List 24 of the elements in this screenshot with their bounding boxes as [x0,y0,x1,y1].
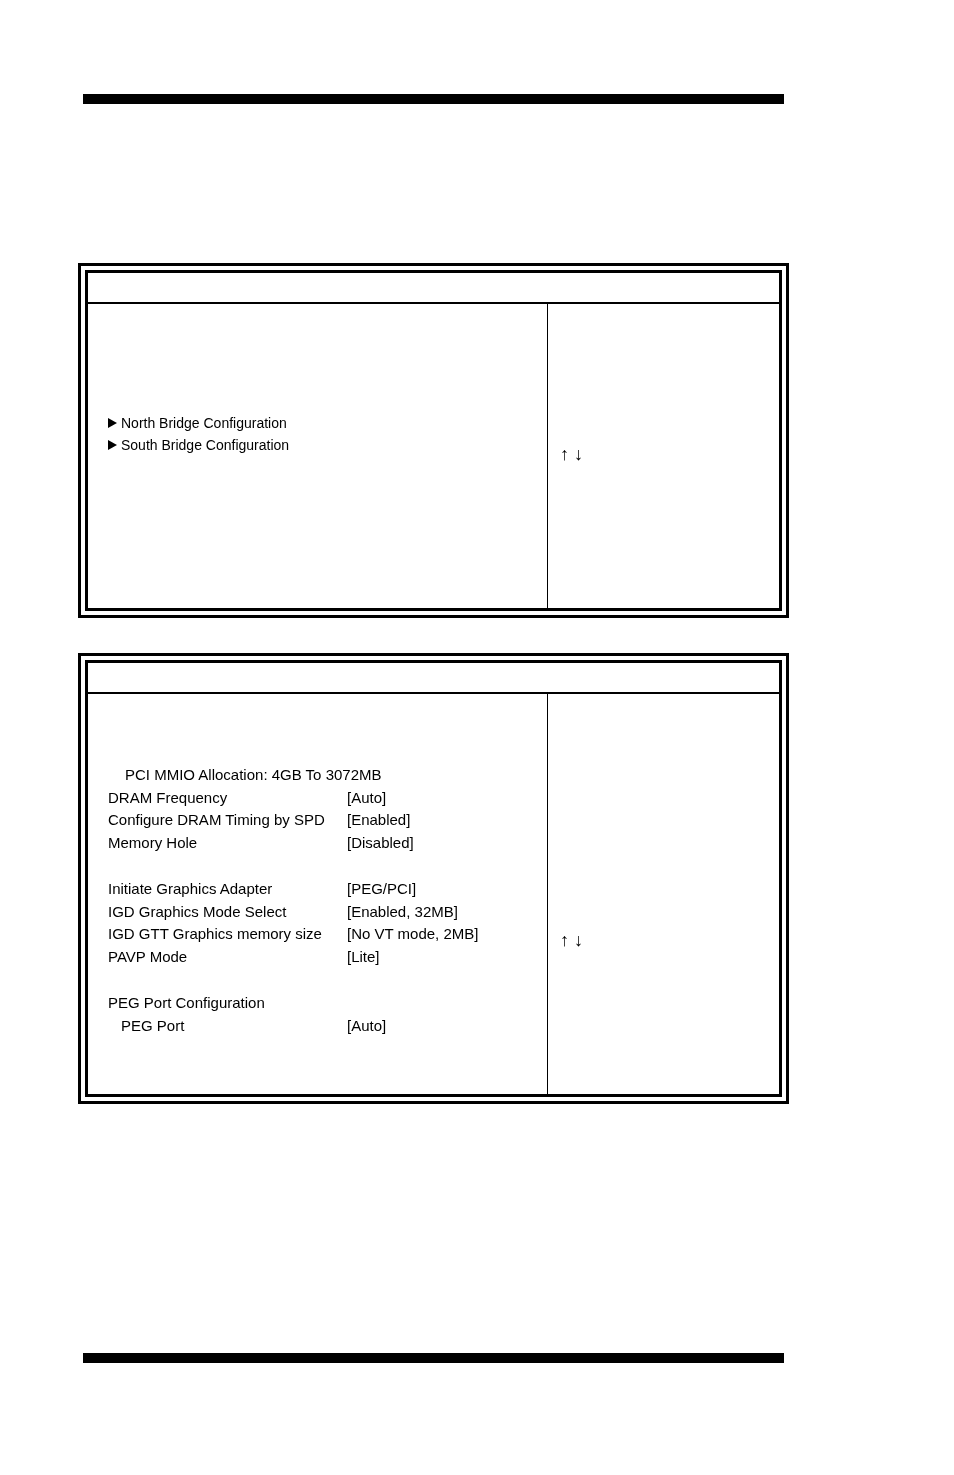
setting-label: Memory Hole [108,834,199,852]
menu-item[interactable]: South Bridge Configuration [121,437,290,453]
setting-label: Initiate Graphics Adapter [108,879,274,897]
setting-value[interactable]: [Disabled] [347,834,414,852]
setting-label: PAVP Mode [108,948,189,966]
setting-label: Configure DRAM Timing by SPD [108,811,326,829]
info-text: PCI MMIO Allocation: 4GB To 3072MB [125,765,382,783]
setting-value[interactable]: [Enabled] [347,811,411,829]
setting-value[interactable]: [Auto] [347,1016,387,1034]
navigation-keys-hint: ↑ ↓ [560,444,583,465]
setting-label: IGD Graphics Mode Select [108,902,288,920]
setting-value[interactable]: [PEG/PCI] [347,879,417,897]
submenu-arrow-icon [108,440,117,450]
submenu-arrow-icon [108,418,117,428]
setting-value[interactable]: [Enabled, 32MB] [347,902,458,920]
setting-label: DRAM Frequency [108,788,229,806]
navigation-keys-hint: ↑ ↓ [560,930,583,951]
setting-label: IGD GTT Graphics memory size [108,925,323,943]
menu-item[interactable]: North Bridge Configuration [121,415,287,431]
section-heading: PEG Port Configuration [108,993,265,1011]
setting-value[interactable]: [Lite] [347,948,380,966]
setting-value[interactable]: [No VT mode, 2MB] [347,925,479,943]
setting-value[interactable]: [Auto] [347,788,387,806]
setting-label: PEG Port [121,1016,186,1034]
